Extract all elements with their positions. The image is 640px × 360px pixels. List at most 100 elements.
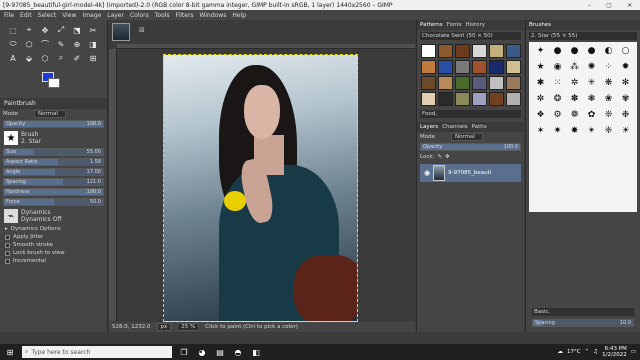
brush-swatch[interactable]: ✦ bbox=[533, 44, 548, 58]
brush-swatch[interactable]: ✱ bbox=[533, 76, 548, 90]
tab-channels[interactable]: Channels bbox=[442, 124, 467, 130]
brush-swatch[interactable]: ✿ bbox=[584, 108, 599, 122]
brush-swatch[interactable]: ❀ bbox=[601, 92, 616, 106]
menu-layer[interactable]: Layer bbox=[107, 12, 124, 19]
brush-swatch[interactable]: ● bbox=[567, 44, 582, 58]
brush-swatch[interactable]: ✳ bbox=[584, 76, 599, 90]
notifications-icon[interactable]: ▭ bbox=[631, 349, 636, 355]
task-view-icon[interactable]: ❐ bbox=[178, 346, 190, 358]
brush-swatch[interactable]: ✸ bbox=[567, 124, 582, 138]
brush-tag-filter[interactable]: Basic, bbox=[532, 308, 634, 316]
brush-swatch[interactable]: ✷ bbox=[550, 124, 565, 138]
brush-swatch[interactable]: ⁙ bbox=[550, 76, 565, 90]
pattern-swatch[interactable] bbox=[506, 60, 521, 74]
brush-swatch[interactable]: ❉ bbox=[618, 108, 633, 122]
layer-mode-select[interactable]: Normal bbox=[451, 133, 483, 141]
brush-swatch[interactable]: ⚙ bbox=[550, 108, 565, 122]
pattern-swatch[interactable] bbox=[489, 76, 504, 90]
file-explorer-icon[interactable]: ▤ bbox=[214, 346, 226, 358]
tool-icon[interactable]: ✐ bbox=[70, 52, 84, 64]
menu-select[interactable]: Select bbox=[38, 12, 57, 19]
mode-select[interactable]: Normal bbox=[34, 110, 66, 118]
brush-spacing-slider[interactable]: Spacing 10.0 bbox=[532, 319, 634, 327]
pattern-swatch[interactable] bbox=[438, 92, 453, 106]
brush-swatch[interactable]: ❈ bbox=[601, 124, 616, 138]
smooth-stroke-checkbox[interactable]: Smooth stroke bbox=[0, 241, 107, 249]
tool-icon[interactable]: ⬭ bbox=[6, 38, 20, 50]
maximize-button[interactable]: ▢ bbox=[606, 2, 612, 9]
pattern-swatch[interactable] bbox=[455, 44, 470, 58]
zoom-select[interactable]: 25 % bbox=[177, 323, 200, 331]
size-slider[interactable]: Size 55.00 bbox=[3, 148, 104, 156]
pattern-swatch[interactable] bbox=[472, 44, 487, 58]
opacity-slider[interactable]: Opacity 100.0 bbox=[3, 120, 104, 128]
apply-jitter-checkbox[interactable]: Apply Jitter bbox=[0, 233, 107, 241]
gimp-icon[interactable]: ◓ bbox=[232, 346, 244, 358]
brush-swatch[interactable]: ✲ bbox=[567, 76, 582, 90]
pattern-swatch[interactable] bbox=[421, 60, 436, 74]
menu-filters[interactable]: Filters bbox=[176, 12, 194, 19]
menu-image[interactable]: Image bbox=[82, 12, 101, 19]
tab-patterns[interactable]: Patterns bbox=[420, 22, 443, 28]
pattern-swatch[interactable] bbox=[489, 92, 504, 106]
close-tab-icon[interactable]: ⊠ bbox=[139, 26, 145, 34]
pattern-swatch[interactable] bbox=[421, 76, 436, 90]
brush-swatch[interactable]: ✾ bbox=[618, 92, 633, 106]
tool-icon[interactable]: ⌕ bbox=[54, 52, 68, 64]
pattern-swatch[interactable] bbox=[421, 92, 436, 106]
menu-help[interactable]: Help bbox=[232, 12, 246, 19]
dynamics-options-toggle[interactable]: ▸ Dynamics Options bbox=[0, 225, 107, 233]
clock[interactable]: 6:43 PM 1/2/2022 bbox=[602, 346, 627, 358]
windows-start-icon[interactable]: ⊞ bbox=[4, 346, 16, 358]
brush-swatch[interactable]: ⁘ bbox=[601, 60, 616, 74]
angle-slider[interactable]: Angle 17.00 bbox=[3, 168, 104, 176]
unit-select[interactable]: px bbox=[156, 323, 172, 331]
brush-swatch[interactable]: ❊ bbox=[601, 108, 616, 122]
tab-layers[interactable]: Layers bbox=[420, 124, 438, 130]
brush-swatch[interactable]: ● bbox=[550, 44, 565, 58]
tool-icon[interactable]: ✥ bbox=[38, 24, 52, 36]
app-icon[interactable]: ◧ bbox=[250, 346, 262, 358]
brush-swatch[interactable]: ✼ bbox=[533, 92, 548, 106]
lock-pixels-icon[interactable]: ✎ bbox=[437, 154, 442, 160]
star-brush-icon[interactable]: ★ bbox=[4, 131, 18, 145]
pattern-swatch[interactable] bbox=[455, 76, 470, 90]
menu-view[interactable]: View bbox=[62, 12, 76, 19]
brush-swatch[interactable]: ❋ bbox=[601, 76, 616, 90]
close-button[interactable]: ✕ bbox=[627, 2, 632, 9]
weather-icon[interactable]: ☁ bbox=[557, 349, 563, 355]
background-color-swatch[interactable] bbox=[48, 78, 60, 88]
tool-icon[interactable]: ⬡ bbox=[38, 52, 52, 64]
brush-swatch[interactable]: ✹ bbox=[618, 60, 633, 74]
pattern-tag-filter[interactable]: Food, bbox=[420, 110, 521, 118]
menu-edit[interactable]: Edit bbox=[20, 12, 32, 19]
brush-swatch[interactable]: ✴ bbox=[584, 124, 599, 138]
pattern-swatch[interactable] bbox=[489, 44, 504, 58]
brush-swatch[interactable]: ✺ bbox=[584, 60, 599, 74]
image-tab-thumbnail[interactable] bbox=[112, 23, 130, 41]
spacing-slider[interactable]: Spacing 121.0 bbox=[3, 178, 104, 186]
pattern-swatch[interactable] bbox=[506, 76, 521, 90]
tool-icon[interactable]: ⤢ bbox=[54, 24, 68, 36]
pattern-swatch[interactable] bbox=[472, 60, 487, 74]
pattern-swatch[interactable] bbox=[472, 76, 487, 90]
tool-icon[interactable]: ⬔ bbox=[70, 24, 84, 36]
brush-swatch[interactable]: ☀ bbox=[618, 124, 633, 138]
force-slider[interactable]: Force 50.0 bbox=[3, 198, 104, 206]
image-canvas[interactable] bbox=[163, 54, 358, 322]
pattern-swatch[interactable] bbox=[472, 92, 487, 106]
layer-opacity-slider[interactable]: Opacity 100.0 bbox=[420, 143, 521, 151]
lock-position-icon[interactable]: ✥ bbox=[445, 154, 450, 160]
brush-swatch[interactable]: ✽ bbox=[567, 92, 582, 106]
tool-icon[interactable]: ⬙ bbox=[22, 52, 36, 64]
pattern-swatch[interactable] bbox=[489, 60, 504, 74]
brush-swatch[interactable]: ✶ bbox=[533, 124, 548, 138]
pattern-swatch[interactable] bbox=[438, 60, 453, 74]
brush-swatch[interactable]: ❖ bbox=[533, 108, 548, 122]
minimize-button[interactable]: – bbox=[588, 2, 591, 9]
dynamics-value[interactable]: Dynamics Off bbox=[21, 216, 61, 223]
tool-icon[interactable]: ◨ bbox=[86, 38, 100, 50]
tool-icon[interactable]: ⌖ bbox=[22, 24, 36, 36]
incremental-checkbox[interactable]: Incremental bbox=[0, 257, 107, 265]
menu-windows[interactable]: Windows bbox=[200, 12, 227, 19]
